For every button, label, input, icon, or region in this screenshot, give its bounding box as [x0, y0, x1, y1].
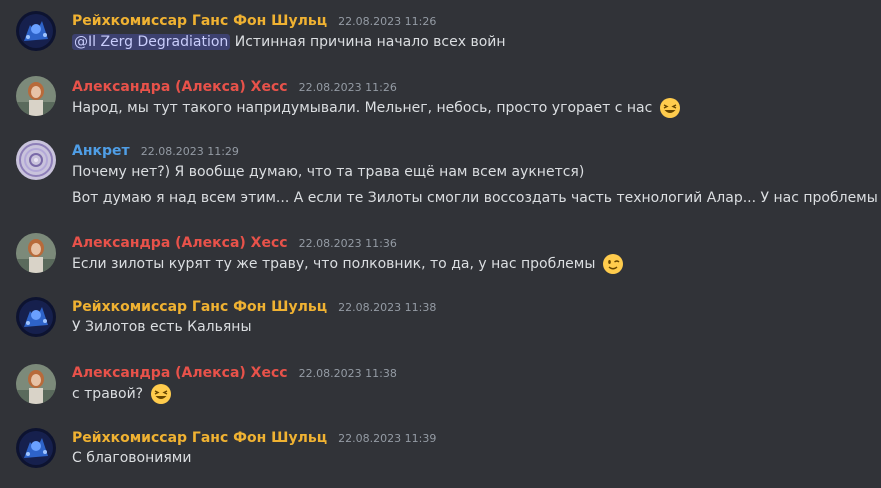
message: Александра (Алекса) Хесс 22.08.2023 11:3… [0, 222, 881, 286]
message-text: Вот думаю я над всем этим... А если те З… [72, 190, 881, 206]
message: Рейхкомиссар Ганс Фон Шульц 22.08.2023 1… [0, 418, 881, 488]
user-mention[interactable]: @Il Zerg Degradiation [72, 34, 231, 50]
avatar-reich[interactable] [16, 11, 56, 51]
chat-message-list: Рейхкомиссар Ганс Фон Шульц 22.08.2023 1… [0, 0, 881, 488]
message-text: Истинная причина начало всех войн [234, 34, 506, 50]
message: Александра (Алекса) Хесс 22.08.2023 11:2… [0, 64, 881, 128]
timestamp: 22.08.2023 11:29 [140, 145, 239, 158]
message-text: Народ, мы тут такого напридумывали. Мель… [72, 100, 653, 116]
message: Рейхкомиссар Ганс Фон Шульц 22.08.2023 1… [0, 288, 881, 352]
message-content: Народ, мы тут такого напридумывали. Мель… [72, 95, 681, 121]
laughing-emoji-icon[interactable] [659, 97, 681, 119]
avatar-alexandra[interactable] [16, 364, 56, 404]
author-name[interactable]: Рейхкомиссар Ганс Фон Шульц [72, 13, 327, 29]
message-text: с травой? [72, 386, 144, 402]
timestamp: 22.08.2023 11:39 [338, 432, 437, 445]
message-text: С благовониями [72, 450, 192, 466]
avatar-ankret[interactable] [16, 140, 56, 180]
message: Анкрет 22.08.2023 11:29 Почему нет?) Я в… [0, 128, 881, 218]
message-text: Почему нет?) Я вообще думаю, что та трав… [72, 164, 585, 180]
message-content: Если зилоты курят ту же траву, что полко… [72, 251, 624, 277]
message-content: с травой? [72, 381, 172, 407]
timestamp: 22.08.2023 11:38 [298, 367, 397, 380]
message-text: Если зилоты курят ту же траву, что полко… [72, 256, 596, 272]
author-name[interactable]: Рейхкомиссар Ганс Фон Шульц [72, 430, 327, 446]
author-name[interactable]: Александра (Алекса) Хесс [72, 79, 288, 95]
timestamp: 22.08.2023 11:26 [298, 81, 397, 94]
timestamp: 22.08.2023 11:26 [338, 15, 437, 28]
avatar-reich[interactable] [16, 297, 56, 337]
message-text: У Зилотов есть Кальяны [72, 319, 252, 335]
message: Александра (Алекса) Хесс 22.08.2023 11:3… [0, 352, 881, 418]
message-content: @Il Zerg Degradiation Истинная причина н… [72, 29, 506, 55]
wink-emoji-icon[interactable] [602, 253, 624, 275]
avatar-alexandra[interactable] [16, 233, 56, 273]
timestamp: 22.08.2023 11:38 [338, 301, 437, 314]
author-name[interactable]: Александра (Алекса) Хесс [72, 365, 288, 381]
author-name[interactable]: Рейхкомиссар Ганс Фон Шульц [72, 299, 327, 315]
avatar-reich[interactable] [16, 428, 56, 468]
timestamp: 22.08.2023 11:36 [298, 237, 397, 250]
avatar-alexandra[interactable] [16, 76, 56, 116]
author-name[interactable]: Анкрет [72, 143, 130, 159]
author-name[interactable]: Александра (Алекса) Хесс [72, 235, 288, 251]
message: Рейхкомиссар Ганс Фон Шульц 22.08.2023 1… [0, 0, 881, 64]
laughing-emoji-icon[interactable] [150, 383, 172, 405]
